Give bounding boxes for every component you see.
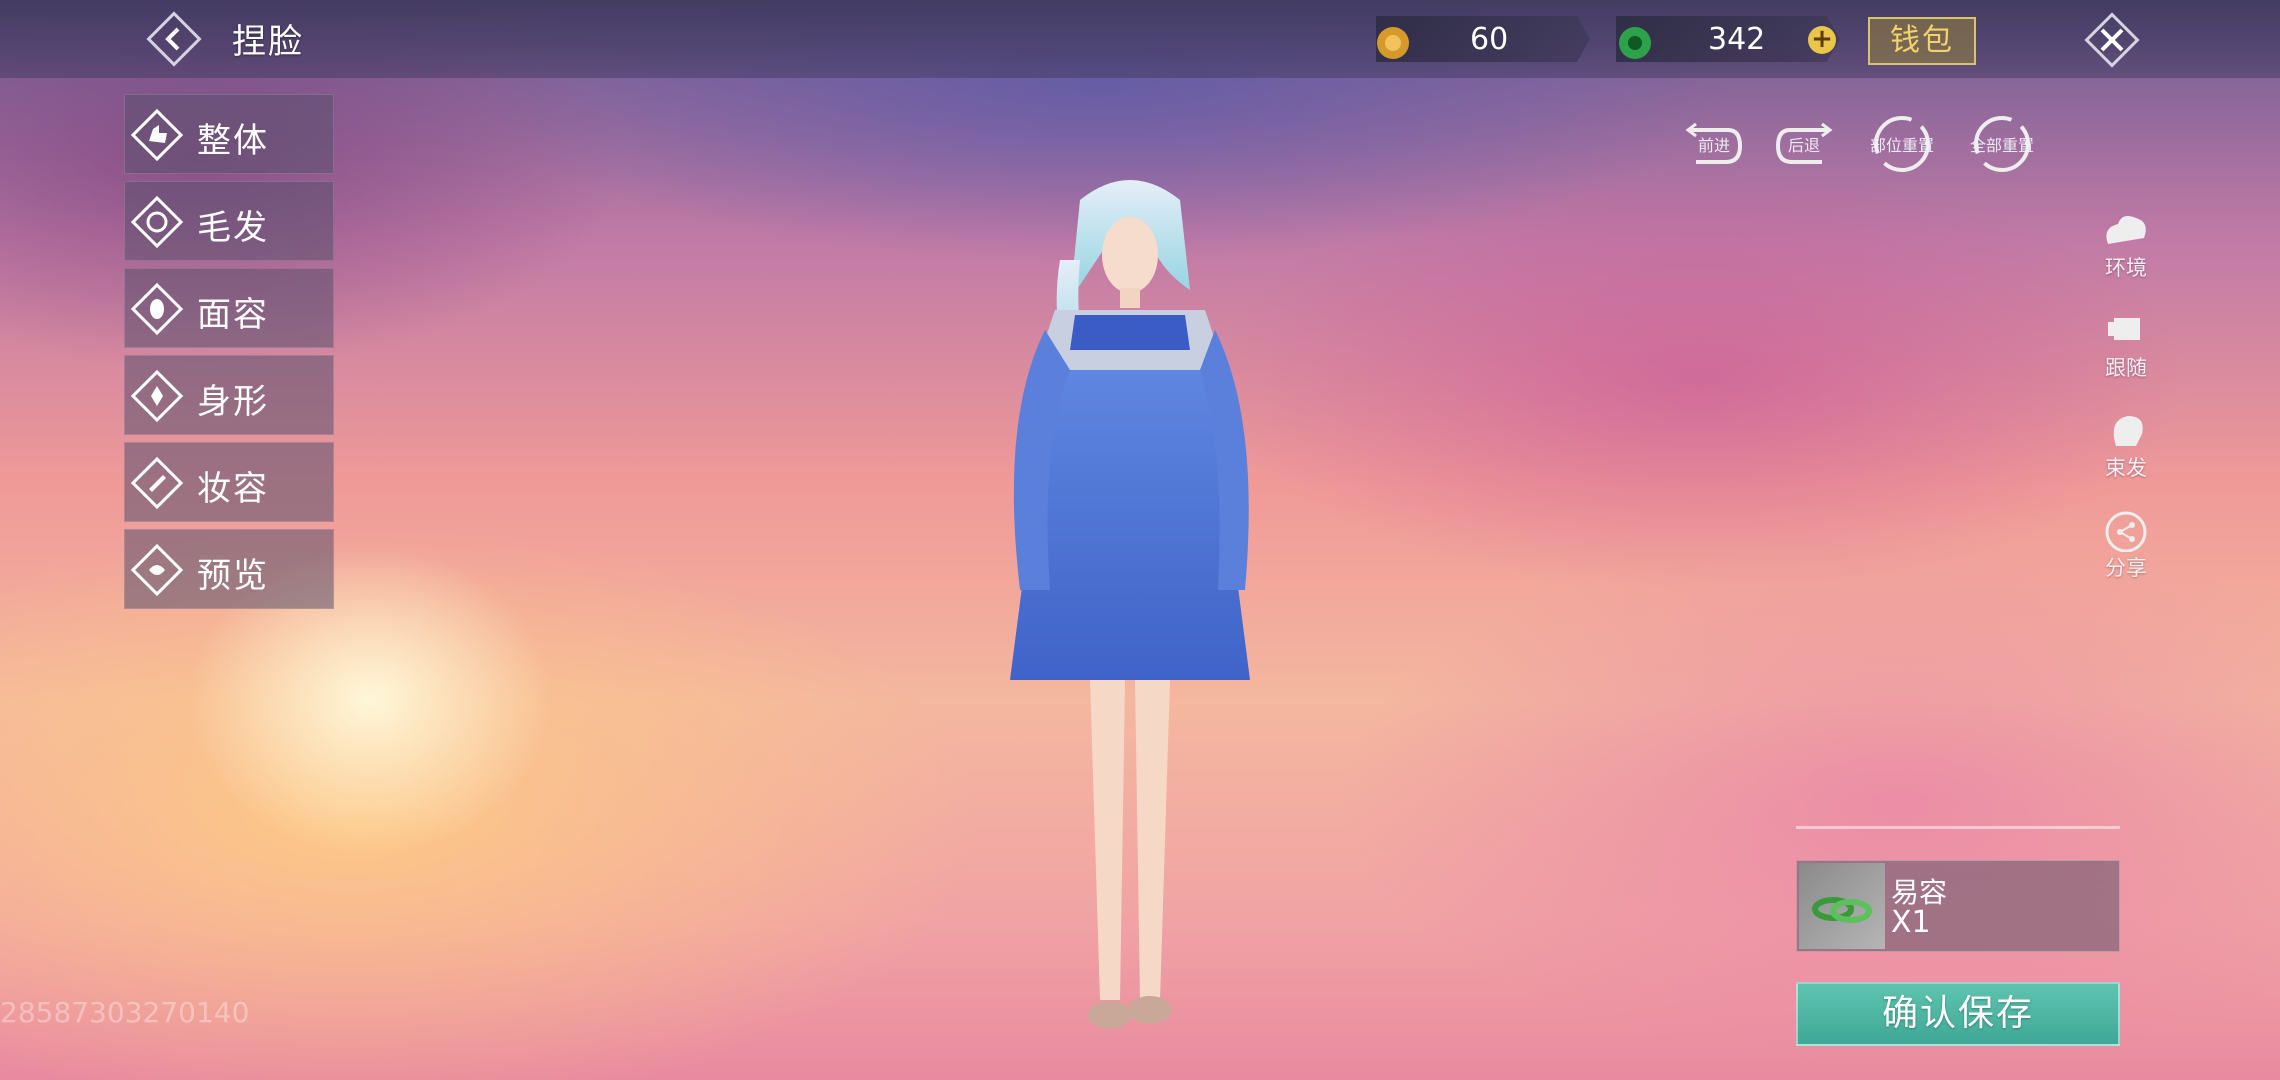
makeup-icon [130,456,184,510]
side-label: 跟随 [2105,356,2147,380]
menu-item-hair[interactable]: 毛发 [124,181,334,261]
reset-all-label: 全部重置 [1970,136,2035,155]
forward-label: 前进 [1697,136,1730,155]
wallet-button[interactable]: 钱包 [1868,17,1976,65]
add-currency-button[interactable]: + [1808,26,1836,54]
divider [1796,826,2120,829]
menu-item-makeup[interactable]: 妆容 [124,442,334,522]
back-arrow-icon[interactable] [145,10,203,68]
menu-label: 毛发 [197,208,269,248]
thumbs-up-icon [130,108,184,162]
gold-coin-icon [1377,27,1409,59]
jade-amount: 342 [1708,22,1766,57]
jade-coin-icon [1619,27,1651,59]
gold-amount: 60 [1470,22,1509,57]
menu-label: 预览 [197,556,269,596]
menu-label: 整体 [197,121,269,161]
side-label: 环境 [2105,256,2147,280]
side-item-share[interactable]: 分享 [2096,508,2156,588]
head-icon [2113,416,2143,446]
menu-item-overall[interactable]: 整体 [124,94,334,174]
reset-part-label: 部位重置 [1870,136,1935,155]
menu-label: 身形 [197,382,269,422]
camera-icon [2108,318,2140,340]
reset-part-button[interactable]: 部位重置 [1870,110,1934,174]
back-step-label: 后退 [1787,136,1820,155]
side-item-follow[interactable]: 跟随 [2096,308,2156,388]
face-icon [130,282,184,336]
reset-all-button[interactable]: 全部重置 [1970,110,2034,174]
menu-label: 妆容 [197,469,269,509]
forward-button[interactable]: 前进 [1682,110,1746,174]
menu-item-preview[interactable]: 预览 [124,529,334,609]
share-icon [2105,511,2147,553]
preview-icon [130,543,184,597]
hair-icon [130,195,184,249]
jade-bracelet-icon [1812,897,1872,923]
consumable-item-card[interactable]: 易容 X1 [1796,860,2120,952]
page-title: 捏脸 [232,22,304,62]
menu-item-body[interactable]: 身形 [124,355,334,435]
item-thumbnail [1799,863,1885,949]
side-label: 束发 [2105,456,2147,480]
character-model[interactable] [960,170,1300,1050]
menu-item-face[interactable]: 面容 [124,268,334,348]
body-icon [130,369,184,423]
confirm-save-button[interactable]: 确认保存 [1796,982,2120,1046]
item-quantity: X1 [1891,905,1931,940]
side-item-environment[interactable]: 环境 [2096,208,2156,288]
user-id: 28587303270140 [0,996,250,1029]
side-label: 分享 [2105,556,2147,580]
side-item-tie-hair[interactable]: 束发 [2096,408,2156,488]
close-icon[interactable] [2082,10,2142,70]
back-step-button[interactable]: 后退 [1772,110,1836,174]
cloud-icon [2106,216,2146,244]
menu-label: 面容 [197,295,269,335]
